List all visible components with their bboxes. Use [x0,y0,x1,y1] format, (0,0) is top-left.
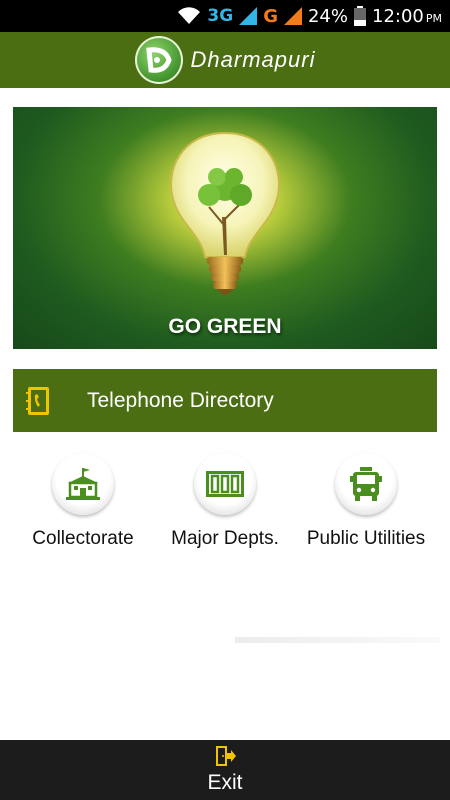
battery-percent: 24% [307,5,348,27]
signal-icon-2 [283,7,302,25]
building-icon [66,468,100,500]
wifi-icon [178,7,201,24]
banner-text: GO GREEN [168,315,282,338]
major-depts-label: Major Depts. [171,528,279,549]
network-type-label: 3G [207,6,234,26]
app-title: Dharmapuri [190,47,316,72]
go-green-banner[interactable]: GO GREEN [13,107,437,349]
app-header: Dharmapuri [0,32,450,88]
collectorate-label: Collectorate [32,528,134,549]
battery-icon [354,6,366,26]
collectorate-item[interactable]: Collectorate [8,453,158,550]
collectorate-button[interactable] [52,453,114,515]
bus-icon [350,467,382,501]
telephone-directory-label: Telephone Directory [87,388,274,412]
major-depts-item[interactable]: Major Depts. [150,453,300,550]
exit-button[interactable]: Exit [0,740,450,800]
clock-time-value: 12:00 [372,5,424,27]
exit-label: Exit [207,771,243,794]
public-utilities-item[interactable]: Public Utilities [291,453,441,550]
status-bar: 3G G 24% 12:00 PM [0,0,450,32]
clock-ampm: PM [425,11,442,25]
signal-icon [239,7,258,25]
dharmapuri-logo-icon [134,36,183,84]
major-depts-button[interactable] [194,453,256,515]
network-g-label: G [263,5,278,27]
exit-door-icon [216,746,236,766]
public-utilities-label: Public Utilities [306,528,426,549]
telephone-directory-header[interactable]: Telephone Directory [13,369,437,432]
clock-time: 12:00 PM [372,6,442,27]
cabinets-icon [206,471,244,497]
faint-divider [235,637,440,643]
public-utilities-button[interactable] [335,453,397,515]
lightbulb-tree-icon [170,131,280,295]
phonebook-icon [26,386,49,415]
